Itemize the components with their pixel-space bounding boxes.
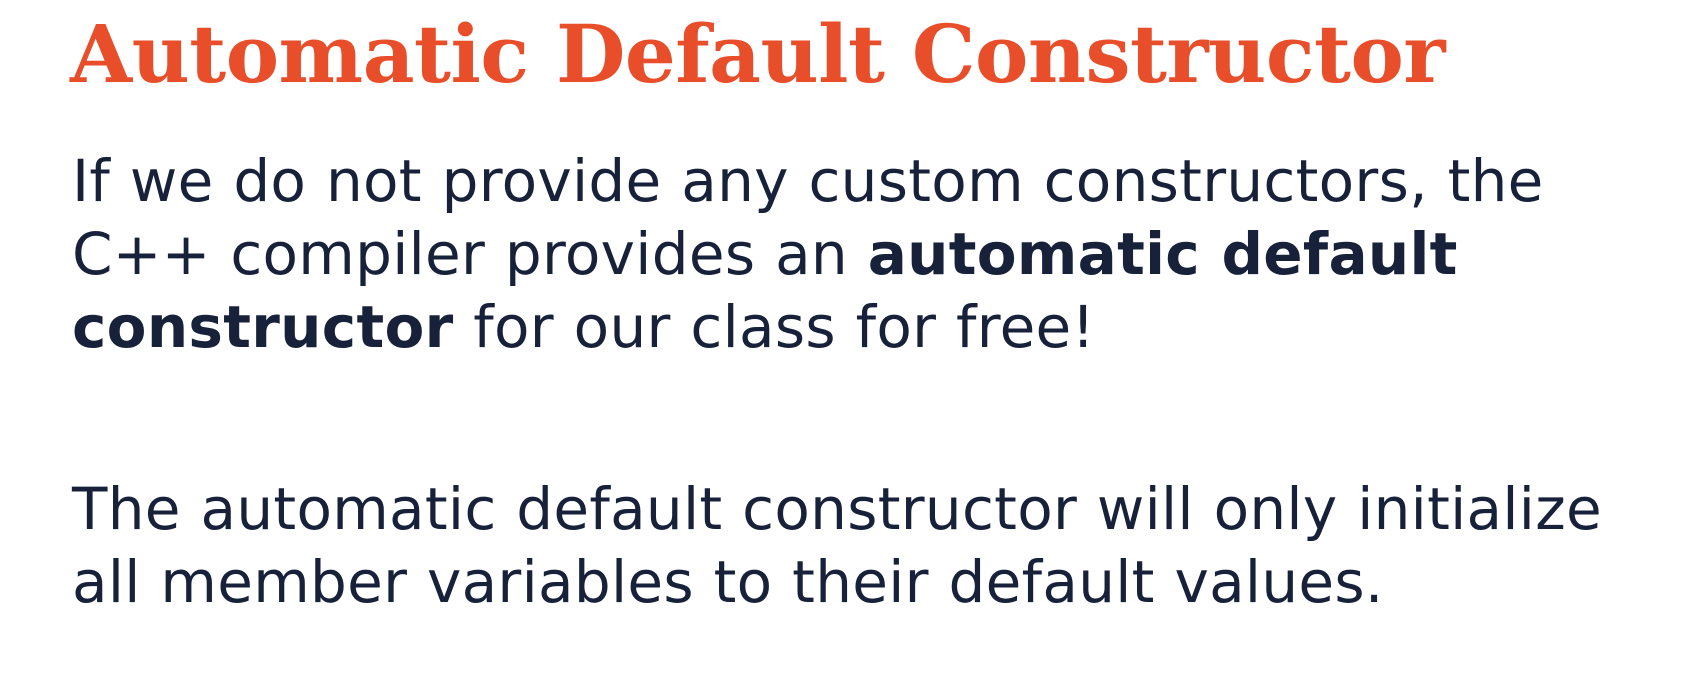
paragraph-default-constructor-intro: If we do not provide any custom construc… bbox=[72, 145, 1682, 364]
slide: Automatic Default Constructor If we do n… bbox=[0, 0, 1693, 685]
paragraph-1-text-end: for our class for free! bbox=[453, 293, 1096, 361]
paragraph-default-values: The automatic default constructor will o… bbox=[72, 475, 1602, 616]
slide-title: Automatic Default Constructor bbox=[70, 7, 1446, 101]
